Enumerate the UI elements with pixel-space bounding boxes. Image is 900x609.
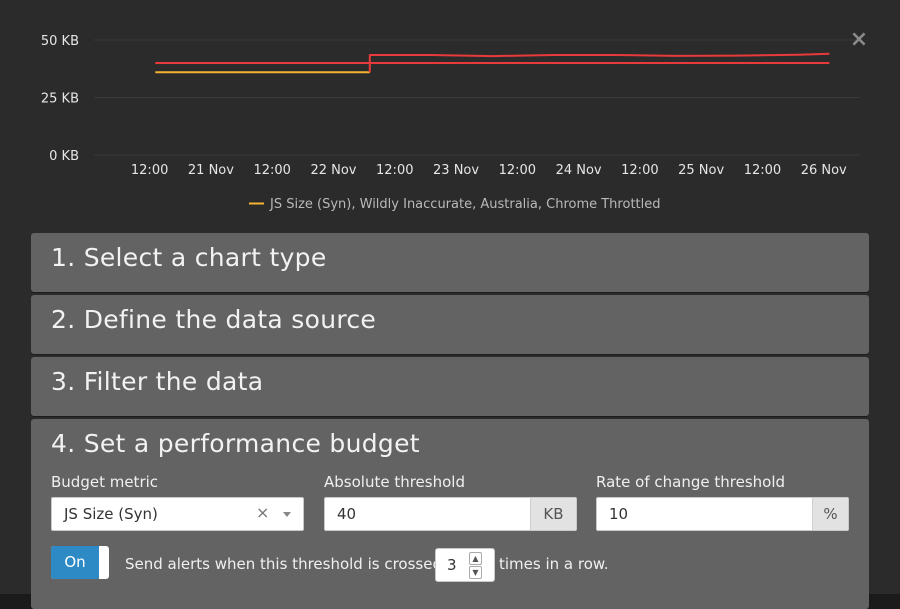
- x-tick-label: 12:00: [131, 163, 168, 178]
- budget-metric-select[interactable]: JS Size (Syn) ×: [51, 497, 304, 531]
- alerts-toggle[interactable]: On: [51, 546, 109, 579]
- budget-metric-label: Budget metric: [51, 473, 159, 491]
- panel-data-source[interactable]: 2. Define the data source: [31, 295, 869, 354]
- y-axis-ticks: 50 KB 25 KB 0 KB: [41, 34, 79, 164]
- x-tick-label: 12:00: [499, 163, 536, 178]
- rate-threshold-input[interactable]: 10 %: [596, 497, 849, 531]
- alert-suffix-text: times in a row.: [499, 555, 609, 573]
- absolute-threshold-unit: KB: [530, 498, 576, 530]
- panel-title[interactable]: 3. Filter the data: [51, 367, 263, 396]
- x-tick-label: 12:00: [744, 163, 781, 178]
- x-tick-label: 12:00: [253, 163, 290, 178]
- x-tick-label: 24 Nov: [556, 163, 602, 178]
- chart-legend: JS Size (Syn), Wildly Inaccurate, Austra…: [249, 197, 661, 212]
- alert-count-stepper[interactable]: 3 ▲ ▼: [435, 548, 495, 582]
- chart: 50 KB25 KB0 KB 12:00 21 Nov 12:00 22 Nov 12:…: [41, 34, 860, 212]
- panel-title[interactable]: 1. Select a chart type: [51, 243, 327, 272]
- absolute-threshold-value: 40: [337, 505, 357, 523]
- panel-chart-type[interactable]: 1. Select a chart type: [31, 233, 869, 292]
- budget-metric-value: JS Size (Syn): [64, 505, 158, 523]
- chart-editor-modal: 50 KB 25 KB 0 KB 12:00 21 Nov 12:00 22 Nov 12:…: [0, 0, 900, 609]
- stepper-up-icon[interactable]: ▲: [469, 552, 482, 565]
- x-tick-label: 21 Nov: [188, 163, 234, 178]
- y-tick-label: 25 KB: [41, 92, 79, 107]
- stepper-down-icon[interactable]: ▼: [469, 566, 482, 579]
- panel-filter[interactable]: 3. Filter the data: [31, 357, 869, 416]
- close-icon[interactable]: ×: [849, 29, 869, 51]
- x-tick-label: 22 Nov: [310, 163, 356, 178]
- rate-threshold-label: Rate of change threshold: [596, 473, 786, 491]
- x-tick-label: 25 Nov: [678, 163, 724, 178]
- absolute-threshold-input[interactable]: 40 KB: [324, 497, 577, 531]
- alert-count-value: 3: [447, 556, 457, 574]
- chart-grid: [94, 39, 860, 156]
- panel-title[interactable]: 2. Define the data source: [51, 305, 376, 334]
- absolute-threshold-label: Absolute threshold: [324, 473, 465, 491]
- alert-prefix-text: Send alerts when this threshold is cross…: [125, 555, 442, 573]
- x-tick-label: 23 Nov: [433, 163, 479, 178]
- x-tick-label: 12:00: [621, 163, 658, 178]
- chevron-down-icon[interactable]: [283, 512, 291, 517]
- panel-title[interactable]: 4. Set a performance budget: [51, 429, 420, 458]
- x-tick-label: 26 Nov: [801, 163, 847, 178]
- legend-label: JS Size (Syn), Wildly Inaccurate, Austra…: [269, 197, 661, 212]
- panel-performance-budget: 4. Set a performance budget Budget metri…: [31, 419, 869, 609]
- clear-icon[interactable]: ×: [256, 503, 269, 522]
- y-tick-label: 0 KB: [49, 149, 79, 164]
- x-tick-label: 12:00: [376, 163, 413, 178]
- toggle-on-label: On: [51, 546, 99, 579]
- x-axis-ticks: 12:00 21 Nov 12:00 22 Nov 12:00 23 Nov 12:00 24…: [131, 163, 847, 178]
- rate-threshold-value: 10: [609, 505, 629, 523]
- chart-series: [155, 52, 830, 74]
- rate-threshold-unit: %: [812, 498, 848, 530]
- y-tick-label: 50 KB: [41, 34, 79, 49]
